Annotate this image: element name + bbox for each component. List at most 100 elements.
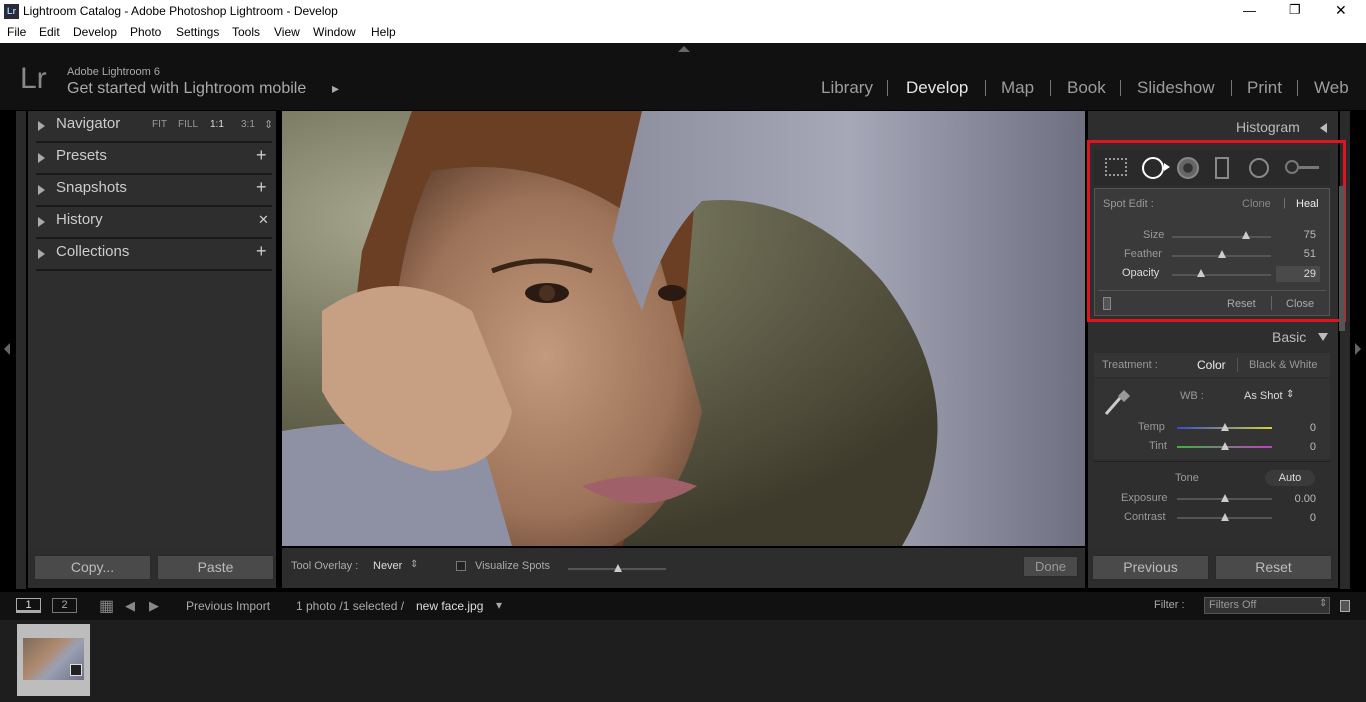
add-preset-icon[interactable]: + [256, 145, 267, 166]
contrast-value[interactable]: 0 [1296, 512, 1316, 524]
collections-panel-header[interactable]: Collections + [36, 239, 272, 271]
done-button[interactable]: Done [1023, 556, 1078, 577]
filmstrip [0, 620, 1366, 702]
previous-button[interactable]: Previous [1092, 555, 1209, 580]
zoom-stepper-icon[interactable]: ⇕ [264, 118, 273, 131]
wb-value[interactable]: As Shot [1244, 390, 1283, 402]
selection-count: 1 photo /1 selected / [296, 599, 405, 613]
menu-edit[interactable]: Edit [39, 25, 60, 39]
snapshots-panel-header[interactable]: Snapshots + [36, 175, 272, 207]
photo-preview[interactable] [282, 111, 1085, 546]
grid-view-icon[interactable]: ▦ [99, 596, 114, 616]
tint-value[interactable]: 0 [1296, 441, 1316, 453]
mobile-link[interactable]: Get started with Lightroom mobile [67, 80, 306, 98]
maximize-button[interactable]: ❐ [1289, 2, 1301, 18]
filename-dropdown-icon[interactable]: ▾ [496, 598, 502, 612]
secondary-window-button[interactable]: 2 [52, 598, 77, 613]
menu-file[interactable]: File [7, 25, 26, 39]
close-button[interactable]: ✕ [1335, 2, 1347, 19]
paste-button[interactable]: Paste [157, 555, 274, 580]
auto-tone-button[interactable]: Auto [1265, 470, 1315, 486]
treatment-color[interactable]: Color [1197, 358, 1226, 372]
tone-label: Tone [1175, 472, 1199, 484]
expand-icon [38, 121, 45, 131]
add-snapshot-icon[interactable]: + [256, 177, 267, 198]
module-library[interactable]: Library [821, 78, 873, 98]
filename[interactable]: new face.jpg [416, 599, 483, 613]
filter-value: Filters Off [1209, 599, 1257, 611]
tint-slider-thumb[interactable] [1221, 442, 1229, 450]
module-develop[interactable]: Develop [906, 78, 968, 98]
navigator-panel-header[interactable]: Navigator FIT FILL 1:1 3:1 ⇕ [36, 111, 273, 143]
primary-window-button[interactable]: 1 [16, 598, 41, 613]
histogram-header[interactable]: Histogram [1088, 113, 1338, 139]
presets-panel-header[interactable]: Presets + [36, 143, 272, 175]
tool-overlay-stepper-icon[interactable]: ⇕ [410, 559, 418, 570]
navigator-label: Navigator [56, 115, 121, 132]
visualize-threshold-thumb[interactable] [614, 564, 622, 572]
treatment-bw[interactable]: Black & White [1249, 359, 1317, 371]
filter-stepper-icon: ⇕ [1319, 598, 1328, 609]
back-arrow-icon[interactable]: ◀ [125, 598, 135, 614]
temp-label: Temp [1138, 421, 1165, 433]
expand-icon [38, 217, 45, 227]
clear-history-icon[interactable]: ✕ [258, 212, 269, 228]
module-separator [1231, 80, 1232, 96]
filmstrip-thumbnail[interactable] [17, 624, 90, 696]
expand-icon [38, 185, 45, 195]
filter-dropdown[interactable]: Filters Off ⇕ [1204, 597, 1330, 614]
menu-view[interactable]: View [274, 25, 300, 39]
treatment-label: Treatment : [1102, 359, 1158, 371]
menu-help[interactable]: Help [371, 25, 396, 39]
module-map[interactable]: Map [1001, 78, 1034, 98]
temp-value[interactable]: 0 [1296, 422, 1316, 434]
wb-label: WB : [1180, 390, 1204, 402]
collapse-histogram-icon [1320, 123, 1327, 133]
zoom-fit[interactable]: FIT [152, 119, 167, 130]
module-web[interactable]: Web [1314, 78, 1349, 98]
module-print[interactable]: Print [1247, 78, 1282, 98]
tool-overlay-label: Tool Overlay : [291, 560, 359, 572]
wb-stepper-icon[interactable]: ⇕ [1286, 389, 1294, 400]
menu-window[interactable]: Window [313, 25, 356, 39]
filter-label: Filter : [1154, 599, 1185, 611]
menu-develop[interactable]: Develop [73, 25, 117, 39]
source-label[interactable]: Previous Import [186, 599, 270, 613]
zoom-1-1[interactable]: 1:1 [210, 119, 224, 130]
right-panel-scrollbar[interactable] [1339, 186, 1345, 331]
portrait-photo [282, 111, 1085, 546]
collapse-left-icon[interactable] [4, 343, 10, 355]
eyedropper-icon[interactable] [1102, 386, 1134, 418]
forward-arrow-icon[interactable]: ▶ [149, 598, 159, 614]
presets-label: Presets [56, 147, 107, 164]
module-slideshow[interactable]: Slideshow [1137, 78, 1215, 98]
exposure-value[interactable]: 0.00 [1286, 493, 1316, 505]
histogram-label: Histogram [1236, 119, 1300, 135]
exposure-slider-thumb[interactable] [1221, 494, 1229, 502]
mobile-arrow-icon: ▸ [332, 80, 340, 96]
menu-bar: File Edit Develop Photo Settings Tools V… [0, 23, 1366, 43]
add-collection-icon[interactable]: + [256, 241, 267, 262]
menu-photo[interactable]: Photo [130, 25, 161, 39]
collapse-right-icon[interactable] [1355, 343, 1361, 355]
visualize-spots-checkbox[interactable] [456, 561, 466, 571]
visualize-spots-label: Visualize Spots [475, 560, 551, 572]
copy-button[interactable]: Copy... [34, 555, 151, 580]
filter-switch-icon[interactable] [1340, 600, 1350, 612]
zoom-3-1[interactable]: 3:1 [241, 119, 255, 130]
collapse-top-icon[interactable] [678, 46, 690, 52]
basic-header[interactable]: Basic [1088, 326, 1338, 348]
product-name: Adobe Lightroom 6 [67, 66, 160, 78]
history-panel-header[interactable]: History ✕ [36, 207, 272, 239]
zoom-fill[interactable]: FILL [178, 119, 198, 130]
develop-toolbar: Tool Overlay : Never ⇕ Visualize Spots D… [282, 548, 1085, 588]
temp-slider-thumb[interactable] [1221, 423, 1229, 431]
tool-overlay-value[interactable]: Never [373, 560, 402, 572]
menu-tools[interactable]: Tools [232, 25, 260, 39]
contrast-slider-thumb[interactable] [1221, 513, 1229, 521]
menu-settings[interactable]: Settings [176, 25, 219, 39]
reset-button[interactable]: Reset [1215, 555, 1332, 580]
minimize-button[interactable]: — [1243, 3, 1256, 18]
module-book[interactable]: Book [1067, 78, 1106, 98]
module-separator [985, 80, 986, 96]
